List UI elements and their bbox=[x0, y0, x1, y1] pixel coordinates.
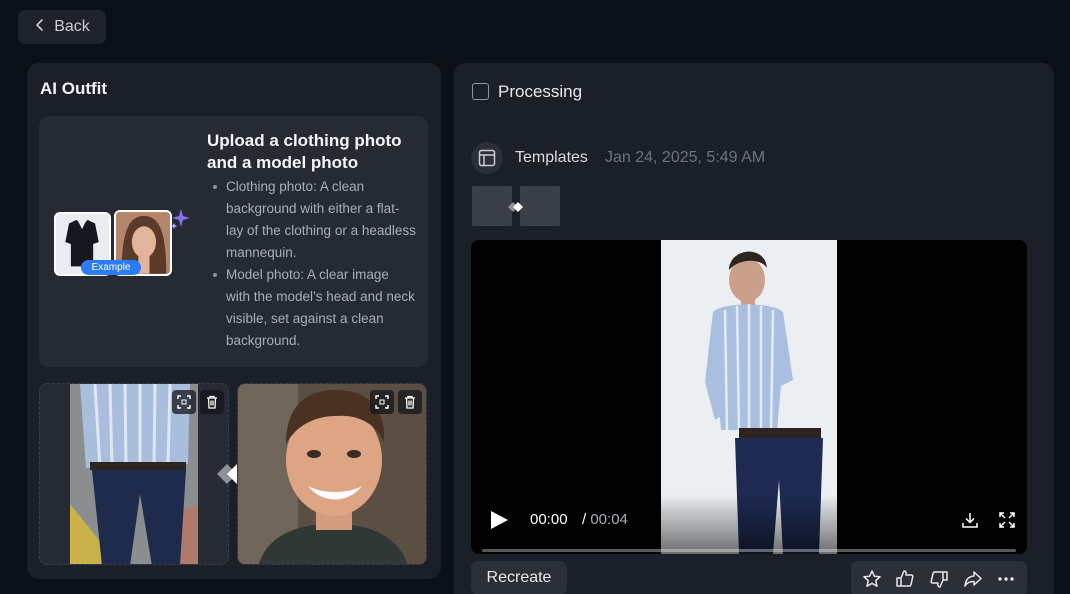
swap-diamond-icon bbox=[507, 200, 525, 212]
crop-button[interactable] bbox=[370, 390, 394, 414]
upload-heading: Upload a clothing photo and a model phot… bbox=[207, 131, 402, 172]
trash-icon bbox=[207, 395, 217, 409]
crop-icon bbox=[177, 395, 191, 409]
clothing-photo-slot[interactable] bbox=[39, 383, 229, 565]
input-thumbnail[interactable] bbox=[472, 186, 512, 226]
fullscreen-button[interactable] bbox=[998, 511, 1016, 529]
more-icon bbox=[998, 577, 1014, 581]
thumbs-down-icon bbox=[930, 571, 948, 588]
model-photo-slot[interactable] bbox=[237, 383, 427, 565]
back-label: Back bbox=[54, 18, 90, 35]
clothing-slot-tools bbox=[172, 390, 224, 414]
download-button[interactable] bbox=[961, 511, 979, 529]
result-video-player[interactable]: 00:00 / 00:04 bbox=[471, 240, 1027, 554]
video-progress-bar[interactable] bbox=[482, 549, 1016, 552]
download-icon bbox=[962, 513, 978, 528]
upload-instructions-card: Example Upload a clothing photo and a mo… bbox=[39, 116, 428, 367]
model-slot-tools bbox=[370, 390, 422, 414]
favorite-button[interactable] bbox=[861, 568, 883, 590]
back-button[interactable]: Back bbox=[18, 10, 106, 44]
processing-label: Processing bbox=[498, 82, 583, 101]
crop-button[interactable] bbox=[172, 390, 196, 414]
crop-icon bbox=[375, 395, 389, 409]
recreate-button[interactable]: Recreate bbox=[471, 561, 567, 594]
share-button[interactable] bbox=[962, 568, 984, 590]
requirements-list: Clothing photo: A clean background with … bbox=[211, 176, 416, 352]
more-options-button[interactable] bbox=[995, 568, 1017, 590]
play-icon bbox=[491, 511, 508, 529]
like-button[interactable] bbox=[894, 568, 916, 590]
fullscreen-icon bbox=[999, 512, 1015, 528]
ai-outfit-panel: AI Outfit Example Upload a clothing phot… bbox=[27, 63, 441, 579]
example-badge: Example bbox=[81, 260, 141, 275]
result-action-bar bbox=[851, 561, 1027, 594]
processing-checkbox[interactable] bbox=[472, 83, 489, 100]
share-icon bbox=[963, 571, 982, 587]
input-thumbnail[interactable] bbox=[520, 186, 560, 226]
current-time: 00:00 bbox=[530, 511, 568, 528]
panel-title: AI Outfit bbox=[40, 79, 108, 98]
result-panel: Processing Templates Jan 24, 2025, 5:49 … bbox=[454, 63, 1054, 594]
chevron-left-icon bbox=[34, 18, 46, 36]
requirement-model: Model photo: A clear image with the mode… bbox=[211, 264, 416, 352]
duration: / 00:04 bbox=[582, 511, 628, 528]
duration-value: 00:04 bbox=[590, 511, 628, 528]
sparkle-icon bbox=[169, 208, 191, 230]
thumbs-up-icon bbox=[896, 570, 914, 587]
task-type-label: Templates bbox=[515, 149, 588, 166]
example-image: Example bbox=[54, 208, 194, 280]
star-icon bbox=[863, 570, 881, 587]
delete-button[interactable] bbox=[200, 390, 224, 414]
delete-button[interactable] bbox=[398, 390, 422, 414]
requirement-clothing: Clothing photo: A clean background with … bbox=[211, 176, 416, 264]
trash-icon bbox=[405, 395, 415, 409]
template-icon bbox=[471, 142, 503, 174]
play-button[interactable] bbox=[488, 509, 510, 531]
dislike-button[interactable] bbox=[928, 568, 950, 590]
task-timestamp: Jan 24, 2025, 5:49 AM bbox=[605, 149, 766, 166]
